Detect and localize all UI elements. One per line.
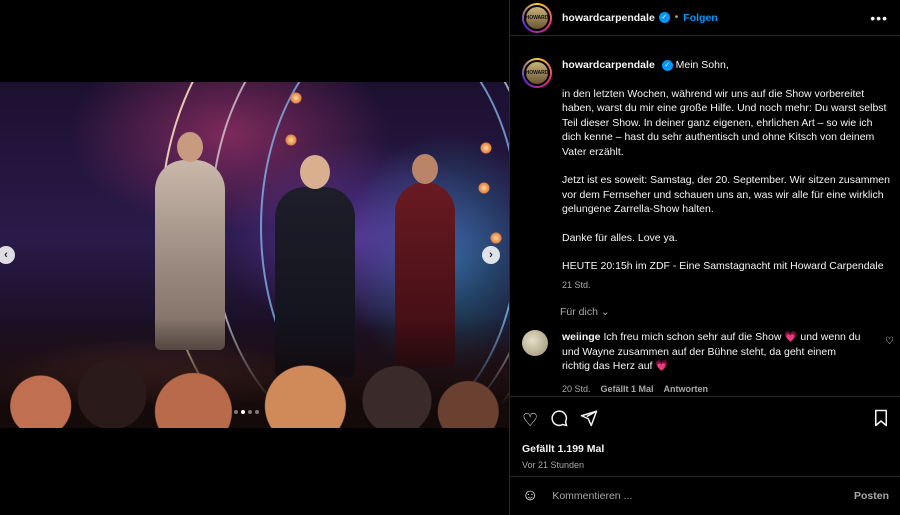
comment-bubble-icon[interactable] [550, 409, 568, 432]
follow-button[interactable]: Folgen [683, 12, 717, 24]
for-you-sort[interactable]: Für dich ⌄ [560, 306, 610, 318]
carousel-indicator [234, 410, 259, 414]
more-options-icon[interactable]: ••• [870, 10, 888, 26]
caption-paragraph: Jetzt ist es soweit: Samstag, der 20. Se… [562, 174, 890, 215]
commenter-username[interactable]: weiinge [562, 331, 601, 343]
carousel-dot-active [241, 410, 245, 414]
caption-time[interactable]: 21 Std. [562, 278, 892, 293]
comment-likes[interactable]: Gefällt 1 Mal [601, 382, 654, 397]
for-you-label: Für dich [560, 306, 598, 318]
post-actions: ♡ Gefällt 1.199 Mal Vor 21 Stunden [510, 396, 900, 470]
caption-text: howardcarpendale ✓ Mein Sohn, in den let… [562, 58, 892, 292]
likes-count[interactable]: Gefällt 1.199 Mal [522, 443, 889, 455]
next-slide-button[interactable]: › [482, 246, 500, 264]
carousel-dot [234, 410, 238, 414]
chevron-down-icon: ⌄ [600, 306, 610, 318]
comment-time[interactable]: 20 Std. [562, 382, 591, 397]
comment-body: weiinge Ich freu mich schon sehr auf die… [562, 330, 862, 396]
caption-avatar[interactable]: HOWARD [522, 58, 552, 88]
add-comment-bar: ☺ Posten [510, 476, 900, 515]
caption-username[interactable]: howardcarpendale [562, 59, 655, 71]
post-panel: HOWARD howardcarpendale ✓ • Folgen ••• H… [509, 0, 900, 515]
comment-input[interactable] [552, 490, 823, 502]
caption-paragraph: in den letzten Wochen, während wir uns a… [562, 87, 887, 158]
like-heart-icon[interactable]: ♡ [522, 410, 538, 431]
action-icons: ♡ [522, 405, 889, 435]
commenter-avatar[interactable] [522, 330, 548, 356]
comment-like-heart-icon[interactable]: ♡ [885, 336, 894, 347]
verified-badge-icon: ✓ [658, 12, 670, 23]
post-header: HOWARD howardcarpendale ✓ • Folgen ••• [510, 0, 900, 36]
emoji-smiley-icon[interactable]: ☺ [522, 487, 538, 505]
carousel-dot [248, 410, 252, 414]
post-timestamp[interactable]: Vor 21 Stunden [522, 460, 889, 470]
comment-item: weiinge Ich freu mich schon sehr auf die… [522, 330, 894, 396]
avatar-image: HOWARD [524, 60, 550, 86]
media-pane: ‹ › [0, 0, 509, 515]
verified-badge-icon: ✓ [661, 59, 673, 71]
chevron-right-icon: › [489, 249, 493, 261]
carousel-dot [255, 410, 259, 414]
separator-dot: • [674, 12, 679, 23]
comment-meta: 20 Std. Gefällt 1 Mal Antworten [562, 382, 862, 397]
stage-light [490, 232, 502, 244]
author-avatar[interactable]: HOWARD [522, 2, 552, 33]
comment-text: Ich freu mich schon sehr auf die Show 💗 … [562, 331, 861, 372]
chevron-left-icon: ‹ [4, 249, 8, 261]
stage-light [290, 92, 302, 104]
author-username[interactable]: howardcarpendale [562, 12, 655, 24]
save-bookmark-icon[interactable] [873, 409, 889, 432]
caption-paragraph: Danke für alles. Love ya. [562, 231, 678, 244]
post-photo[interactable] [0, 82, 509, 428]
caption-paragraph: HEUTE 20:15h im ZDF - Eine Samstagnacht … [562, 260, 884, 272]
reply-button[interactable]: Antworten [664, 382, 709, 397]
stage-light [478, 182, 490, 194]
caption: HOWARD howardcarpendale ✓ Mein Sohn, in … [522, 58, 892, 292]
stage-light [480, 142, 492, 154]
avatar-image: HOWARD [524, 4, 550, 31]
stage-light [285, 134, 297, 146]
caption-paragraph: Mein Sohn, [675, 59, 729, 71]
post-comment-button[interactable]: Posten [854, 490, 889, 502]
share-paper-plane-icon[interactable] [580, 409, 598, 432]
